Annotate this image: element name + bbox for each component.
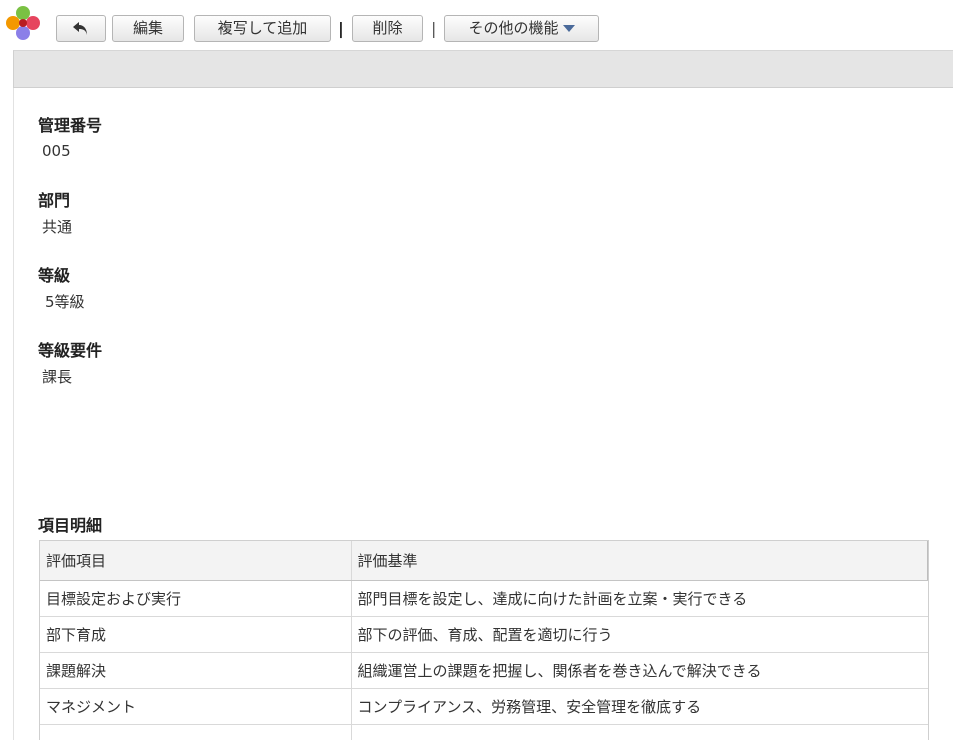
table-header-row: 評価項目 評価基準 (40, 541, 928, 581)
table-row: 課題解決 組織運営上の課題を把握し、関係者を巻き込んで解決できる (40, 652, 928, 689)
table-row: 部下育成 部下の評価、育成、配置を適切に行う (40, 616, 928, 653)
grade-label: 等級 (38, 266, 71, 285)
details-section-title: 項目明細 (38, 516, 103, 535)
table-row: 目標設定および実行 部門目標を設定し、達成に向けた計画を立案・実行できる (40, 580, 928, 617)
toolbar-separator: | (431, 19, 437, 38)
toolbar: 編集 複写して追加 | 削除 | その他の機能 (0, 0, 953, 50)
back-button[interactable] (56, 15, 106, 42)
empty-cell (351, 724, 928, 740)
other-functions-dropdown[interactable]: その他の機能 (444, 15, 599, 42)
left-border (13, 88, 14, 740)
evaluation-item-cell: 部下育成 (40, 616, 352, 653)
evaluation-item-cell: 目標設定および実行 (40, 580, 352, 617)
toolbar-separator: | (338, 19, 344, 38)
caret-down-icon (562, 25, 575, 32)
table-row: マネジメント コンプライアンス、労務管理、安全管理を徹底する (40, 688, 928, 725)
evaluation-criteria-cell: コンプライアンス、労務管理、安全管理を徹底する (351, 688, 928, 725)
column-header-evaluation-criteria[interactable]: 評価基準 (351, 541, 928, 581)
evaluation-item-cell: マネジメント (40, 688, 352, 725)
back-arrow-icon (73, 22, 87, 35)
empty-cell (40, 724, 352, 740)
other-functions-label: その他の機能 (468, 19, 559, 37)
column-header-evaluation-item[interactable]: 評価項目 (40, 541, 352, 581)
evaluation-criteria-cell: 部門目標を設定し、達成に向けた計画を立案・実行できる (351, 580, 928, 617)
grade-requirement-label: 等級要件 (38, 341, 103, 360)
control-number-label: 管理番号 (38, 116, 103, 135)
evaluation-item-cell: 課題解決 (40, 652, 352, 689)
delete-button[interactable]: 削除 (352, 15, 423, 42)
control-number-value: 005 (42, 142, 71, 160)
department-label: 部門 (38, 191, 71, 210)
details-table: 評価項目 評価基準 目標設定および実行 部門目標を設定し、達成に向けた計画を立案… (39, 540, 929, 740)
department-value: 共通 (42, 218, 73, 236)
header-bar (13, 50, 953, 88)
copy-and-add-button[interactable]: 複写して追加 (194, 15, 331, 42)
grade-value: 5等級 (45, 293, 85, 311)
app-logo-icon[interactable] (6, 6, 40, 40)
evaluation-criteria-cell: 組織運営上の課題を把握し、関係者を巻き込んで解決できる (351, 652, 928, 689)
evaluation-criteria-cell: 部下の評価、育成、配置を適切に行う (351, 616, 928, 653)
edit-button[interactable]: 編集 (112, 15, 184, 42)
table-row-empty (40, 724, 928, 740)
grade-requirement-value: 課長 (42, 368, 73, 386)
